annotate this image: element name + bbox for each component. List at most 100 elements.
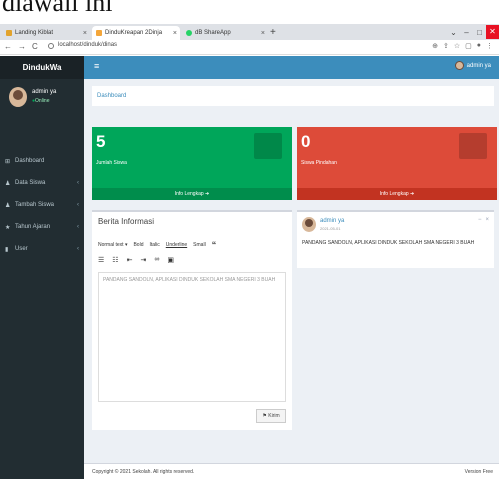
address-bar: ← → C localhost/dinduk/dinas ⊕ ⇪ ☆ ▢ ● ⋮: [0, 40, 499, 55]
user-panel: admin ya Online: [0, 79, 84, 119]
close-icon[interactable]: ×: [173, 30, 177, 37]
version-text: Version Free: [464, 469, 493, 475]
news-textarea[interactable]: PANDANG SANDOLN, APLIKASI DINDUK SEKOLAH…: [98, 272, 286, 402]
app-logo[interactable]: DindukWa: [0, 56, 84, 79]
user-icon: ♟: [5, 180, 11, 187]
small-button[interactable]: Small: [193, 242, 206, 248]
send-button[interactable]: ⚑ Kirim: [256, 409, 286, 423]
users-icon: [254, 133, 282, 159]
breadcrumb-item[interactable]: Dashboard: [97, 93, 126, 99]
book-icon: ▮: [5, 246, 9, 253]
avatar: [302, 217, 316, 232]
sidebar-item-dashboard[interactable]: ⊞ Dashboard: [0, 150, 84, 172]
topnav-user-name: admin ya: [466, 62, 491, 69]
box-title: Berita Informasi: [98, 217, 155, 226]
sidebar: DindukWa admin ya Online ⊞ Dashboard ♟ D…: [0, 56, 84, 479]
sidebar-item-label: Tambah Siswa: [15, 202, 55, 208]
user-plus-icon: ♟: [5, 202, 11, 209]
quote-icon[interactable]: “: [212, 240, 217, 250]
tab-favicon: [186, 30, 192, 36]
format-select[interactable]: Normal text ▾: [98, 242, 127, 248]
outdent-icon[interactable]: ⇤: [127, 256, 133, 264]
close-icon[interactable]: ×: [261, 30, 265, 37]
top-navbar: ≡ admin ya: [84, 56, 499, 79]
browser-tools: ⊕ ⇪ ☆ ▢ ● ⋮: [432, 42, 493, 50]
indent-icon[interactable]: ⇥: [140, 256, 146, 264]
caption: diawali ini: [0, 0, 499, 24]
collapse-icon[interactable]: −: [478, 217, 482, 223]
profile-icon[interactable]: ●: [477, 42, 481, 50]
briefcase-icon: [459, 133, 487, 159]
stat-number: 0: [301, 132, 311, 151]
sidebar-menu: ⊞ Dashboard ♟ Data Siswa ‹ ♟ Tambah Sisw…: [0, 150, 84, 260]
star-icon: ★: [5, 224, 11, 231]
sidebar-icon[interactable]: ▢: [465, 42, 472, 50]
copyright-text: Copyright © 2021 Sekolah. All rights res…: [92, 469, 195, 475]
main-content: Dashboard 5 Jumlah Siswa Info Lengkap ➜ …: [84, 79, 499, 463]
chevron-left-icon: ‹: [77, 224, 79, 230]
share-icon[interactable]: ⇪: [443, 42, 449, 50]
stat-box-siswa-pindahan: 0 Siswa Pindahan Info Lengkap ➜: [297, 127, 497, 200]
tab-favicon: [6, 30, 12, 36]
italic-button[interactable]: Italic: [149, 242, 159, 248]
menu-dots-icon[interactable]: ⋮: [486, 42, 493, 50]
sidebar-item-tahun-ajaran[interactable]: ★ Tahun Ajaran ‹: [0, 216, 84, 238]
close-window-icon[interactable]: ✕: [486, 25, 499, 39]
star-icon[interactable]: ☆: [454, 42, 460, 50]
post-date: 2021-05-01: [320, 226, 341, 231]
maximize-icon[interactable]: □: [473, 28, 486, 37]
minimize-icon[interactable]: –: [460, 28, 473, 37]
stat-number: 5: [96, 132, 106, 151]
image-icon[interactable]: ▣: [167, 256, 174, 264]
chevron-down-icon[interactable]: ⌄: [447, 28, 460, 37]
browser-tab-1[interactable]: Landing Kiblat ×: [2, 26, 90, 40]
post-text: PANDANG SANDOLN, APLIKASI DINDUK SEKOLAH…: [302, 240, 475, 246]
bold-button[interactable]: Bold: [133, 242, 143, 248]
avatar: [9, 87, 27, 107]
close-icon[interactable]: ×: [83, 30, 87, 37]
browser-tabbar: Landing Kiblat × DinduKreapan 2Dinja × d…: [0, 24, 499, 40]
post-user[interactable]: admin ya: [320, 218, 344, 224]
browser-tab-3[interactable]: dB ShareApp ×: [182, 26, 268, 40]
stat-more-info-link[interactable]: Info Lengkap ➜: [92, 188, 292, 200]
stat-more-info-link[interactable]: Info Lengkap ➜: [297, 188, 497, 200]
forward-icon[interactable]: →: [18, 42, 26, 51]
chevron-left-icon: ‹: [77, 180, 79, 186]
zoom-icon[interactable]: ⊕: [432, 42, 438, 50]
back-icon[interactable]: ←: [4, 42, 12, 51]
tab-favicon: [96, 30, 102, 36]
hamburger-icon[interactable]: ≡: [94, 61, 99, 71]
sidebar-item-data-siswa[interactable]: ♟ Data Siswa ‹: [0, 172, 84, 194]
stat-footer-label: Info Lengkap: [174, 191, 204, 197]
url-field[interactable]: localhost/dinduk/dinas: [58, 42, 117, 48]
user-name: admin ya: [32, 89, 57, 95]
sidebar-item-label: Data Siswa: [15, 180, 46, 186]
sidebar-item-user[interactable]: ▮ User ‹: [0, 238, 84, 260]
close-icon[interactable]: ×: [485, 217, 489, 223]
user-status: Online: [32, 98, 49, 104]
stat-footer-label: Info Lengkap: [379, 191, 409, 197]
news-post-box: admin ya 2021-05-01 − × PANDANG SANDOLN,…: [297, 210, 494, 268]
list-ul-icon[interactable]: ☰: [98, 256, 104, 264]
link-icon[interactable]: ∞: [154, 256, 159, 264]
sidebar-item-label: Tahun Ajaran: [15, 224, 51, 230]
breadcrumb: Dashboard: [92, 86, 494, 106]
list-ol-icon[interactable]: ☷: [112, 256, 118, 264]
sidebar-item-label: Dashboard: [15, 158, 45, 164]
reload-icon[interactable]: C: [32, 42, 38, 51]
sidebar-item-label: User: [15, 246, 28, 252]
editor-toolbar: Normal text ▾ Bold Italic Underline Smal…: [98, 240, 216, 250]
window-controls: ⌄ – □ ✕: [447, 24, 499, 40]
chevron-left-icon: ‹: [77, 246, 79, 252]
dashboard-icon: ⊞: [5, 158, 11, 165]
stat-label: Siswa Pindahan: [301, 160, 337, 166]
underline-button[interactable]: Underline: [166, 242, 187, 248]
new-tab-icon[interactable]: +: [270, 27, 276, 38]
sidebar-item-tambah-siswa[interactable]: ♟ Tambah Siswa ‹: [0, 194, 84, 216]
format-select-label: Normal text: [98, 242, 124, 248]
avatar: [454, 61, 464, 70]
user-menu[interactable]: admin ya: [454, 61, 491, 70]
tab-label: DinduKreapan 2Dinja: [105, 30, 163, 36]
browser-tab-2[interactable]: DinduKreapan 2Dinja ×: [92, 26, 180, 40]
chevron-left-icon: ‹: [77, 202, 79, 208]
